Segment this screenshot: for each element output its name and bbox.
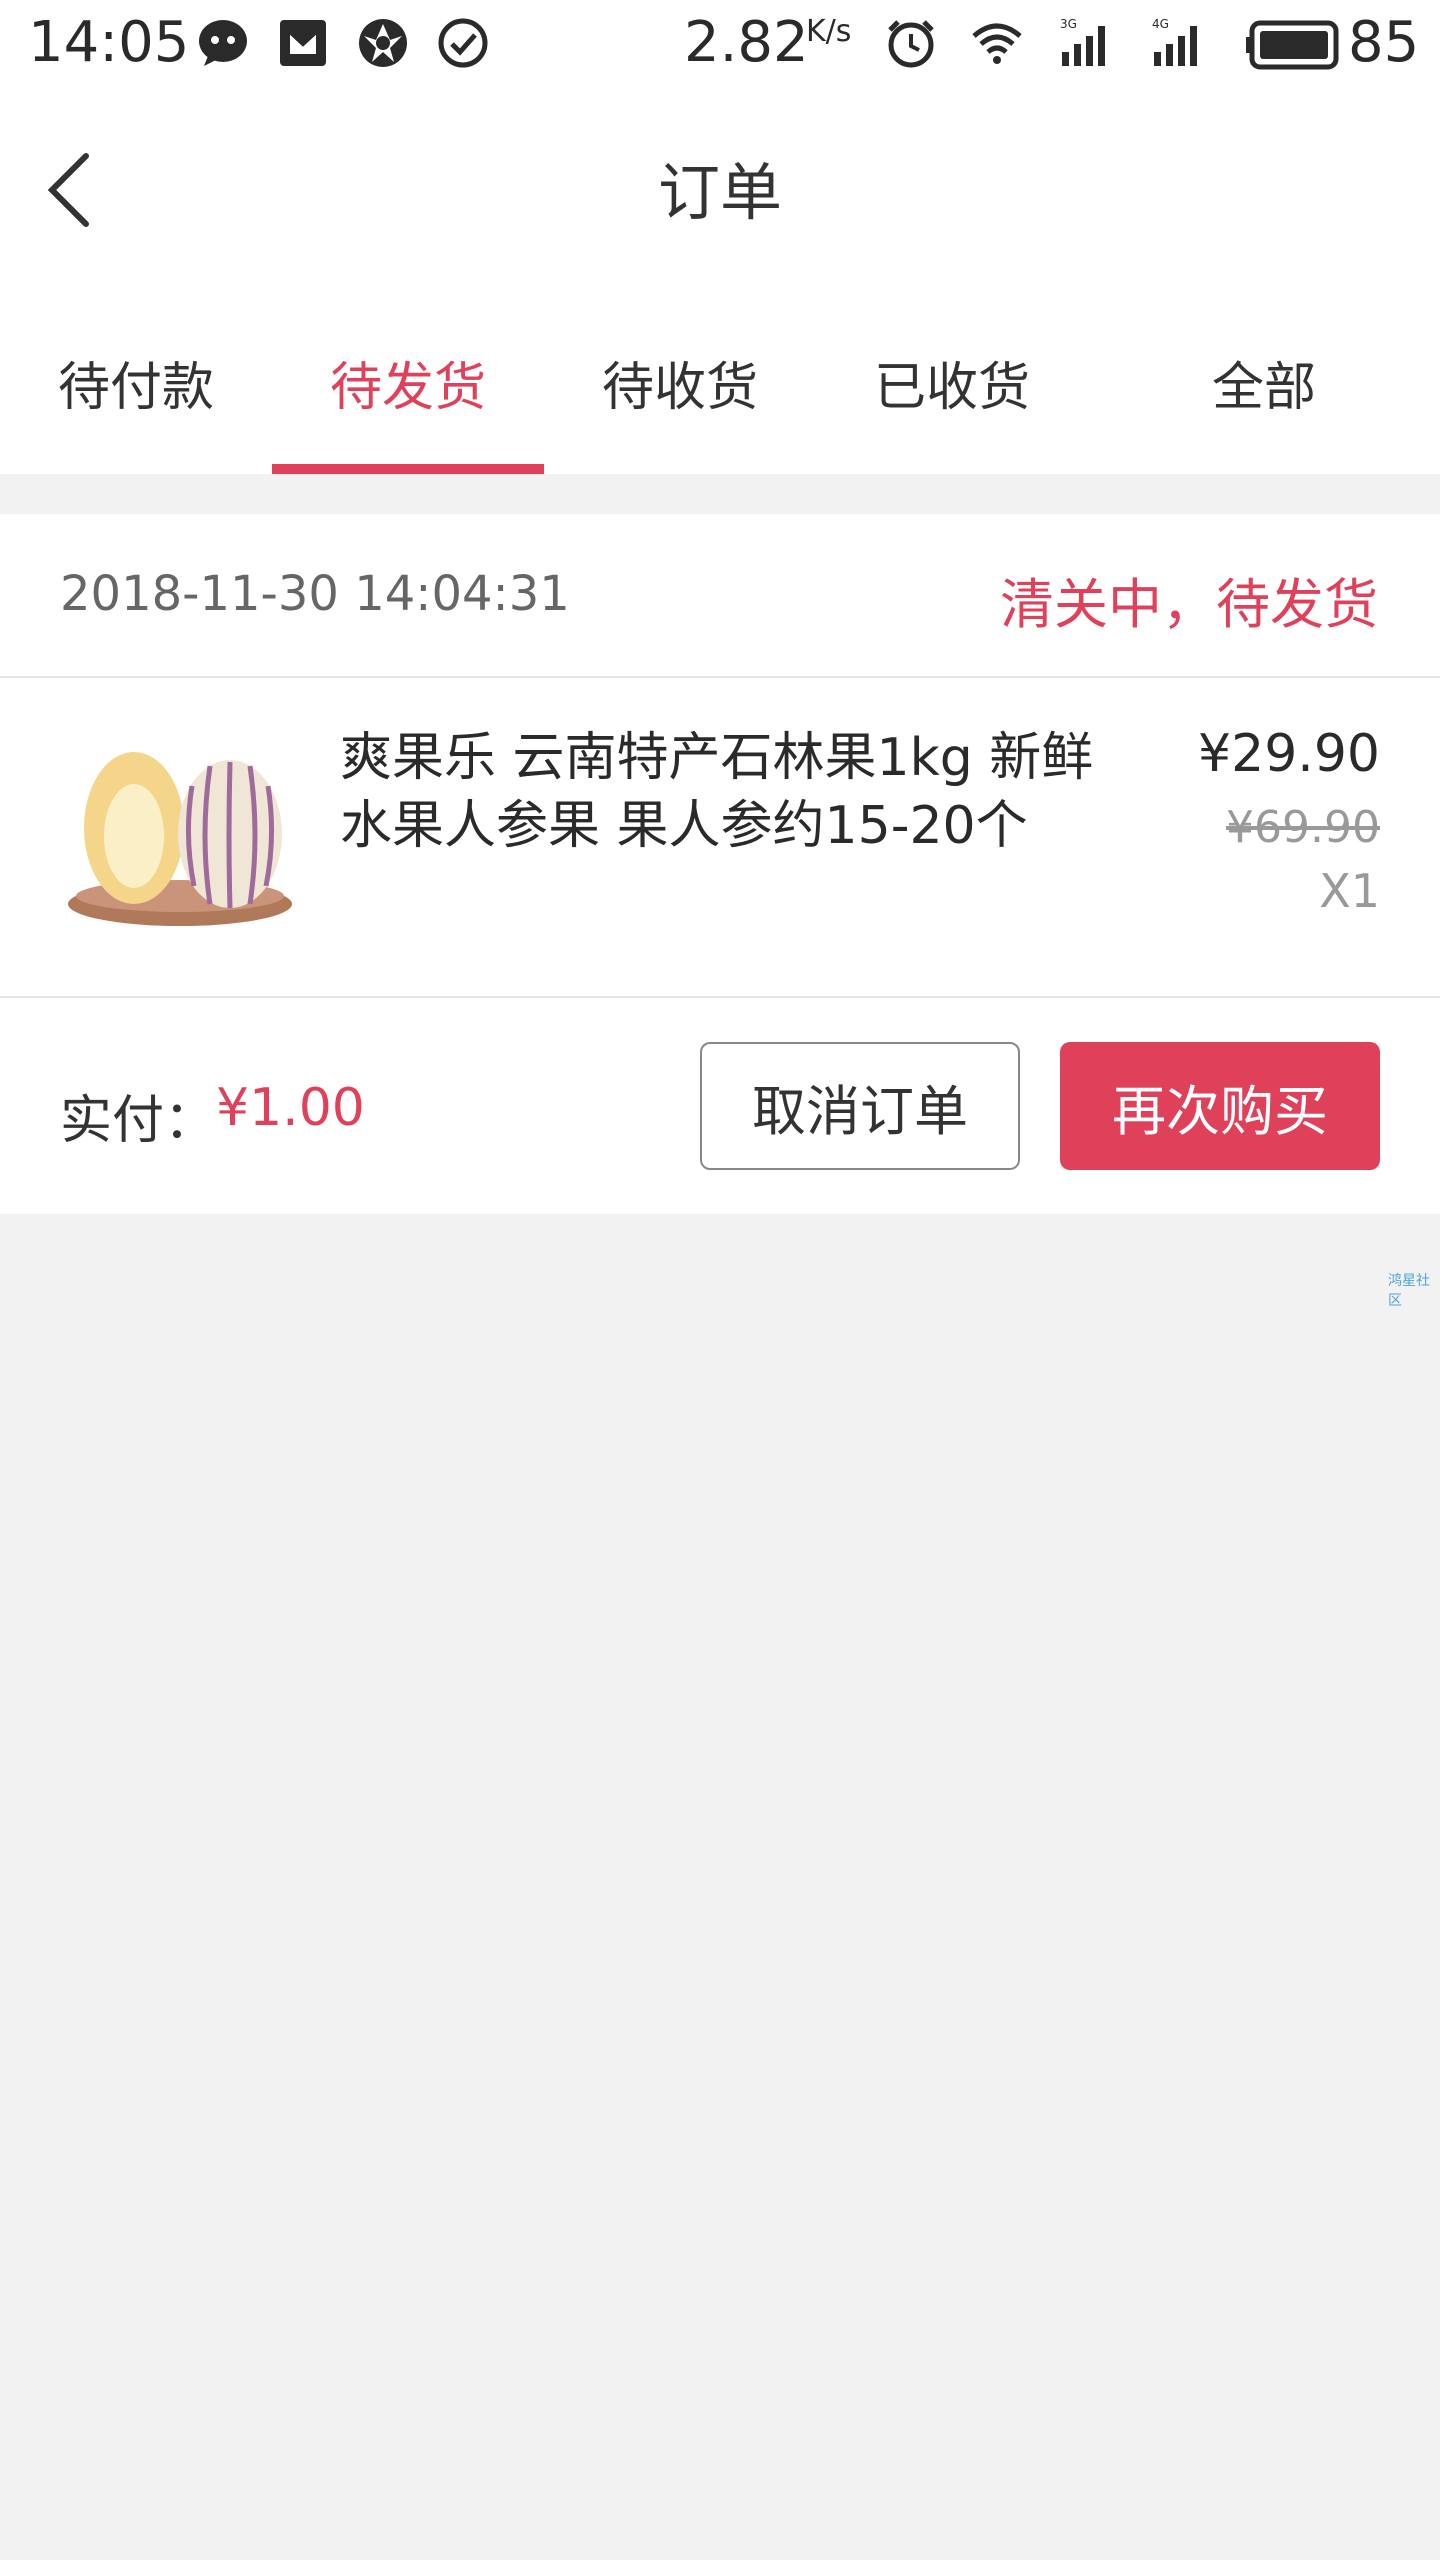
watermark: 鸿星社区	[1388, 1273, 1430, 1309]
tab-label: 全部	[1211, 357, 1316, 418]
signal-3g-icon: 3G	[1060, 17, 1105, 66]
status-time: 14:05	[28, 10, 190, 75]
cancel-order-button[interactable]: 取消订单	[700, 1042, 1020, 1170]
network-speed-unit: K/s	[806, 14, 852, 49]
order-footer: 实付： ¥1.00 取消订单 再次购买	[0, 998, 1440, 1214]
product-original-price: ¥69.90	[1226, 802, 1380, 853]
alarm-icon	[888, 20, 934, 68]
tab-pending-shipment[interactable]: 待发货	[272, 290, 544, 474]
tab-label: 已收货	[873, 357, 1030, 418]
tab-label: 待收货	[601, 357, 758, 418]
tab-all[interactable]: 全部	[1088, 290, 1440, 474]
paid-amount: ¥1.00	[216, 1078, 365, 1138]
signal-4g-icon: 4G	[1152, 17, 1197, 66]
tab-pending-payment[interactable]: 待付款	[0, 290, 272, 474]
buy-again-button[interactable]: 再次购买	[1060, 1042, 1380, 1170]
battery-level: 85	[1348, 10, 1420, 75]
product-name: 爽果乐 云南特产石林果1kg 新鲜水果人参果 果人参约15-20个	[340, 728, 1094, 856]
order-header: 2018-11-30 14:04:31 清关中，待发货	[0, 514, 1440, 678]
network-speed: 2.82	[684, 10, 809, 75]
tab-received[interactable]: 已收货	[816, 290, 1088, 474]
aperture-icon	[359, 19, 407, 67]
order-tabs: 待付款 待发货 待收货 已收货 全部	[0, 290, 1440, 474]
order-time: 2018-11-30 14:04:31	[60, 566, 570, 622]
screen: 14:05 2.82 K/s 3G 4G 85 订单 待付款 待发货 待收货 已…	[0, 0, 1440, 2560]
battery-icon	[1246, 20, 1339, 70]
product-row[interactable]: 爽果乐 云南特产石林果1kg 新鲜水果人参果 果人参约15-20个 ¥29.90…	[0, 680, 1440, 998]
check-circle-icon	[438, 18, 488, 68]
order-card: 2018-11-30 14:04:31 清关中，待发货 爽果乐 云南特产石林果1…	[0, 514, 1440, 1214]
tab-label: 待发货	[329, 357, 486, 418]
paid-label: 实付：	[60, 1091, 217, 1151]
product-quantity: X1	[1319, 864, 1380, 918]
order-status: 清关中，待发货	[1000, 573, 1378, 636]
nav-header: 订单	[0, 90, 1440, 290]
product-price: ¥29.90	[1198, 724, 1380, 784]
status-bar: 14:05 2.82 K/s 3G 4G 85	[0, 0, 1440, 90]
shield-icon	[280, 20, 326, 66]
active-tab-indicator	[272, 464, 544, 474]
product-image	[68, 752, 292, 926]
svg-text:4G: 4G	[1152, 17, 1169, 31]
wifi-icon	[972, 23, 1022, 64]
svg-text:3G: 3G	[1060, 17, 1077, 31]
tab-label: 待付款	[57, 357, 214, 418]
chat-icon	[199, 20, 247, 66]
tab-pending-receipt[interactable]: 待收货	[544, 290, 816, 474]
page-title: 订单	[657, 156, 782, 229]
